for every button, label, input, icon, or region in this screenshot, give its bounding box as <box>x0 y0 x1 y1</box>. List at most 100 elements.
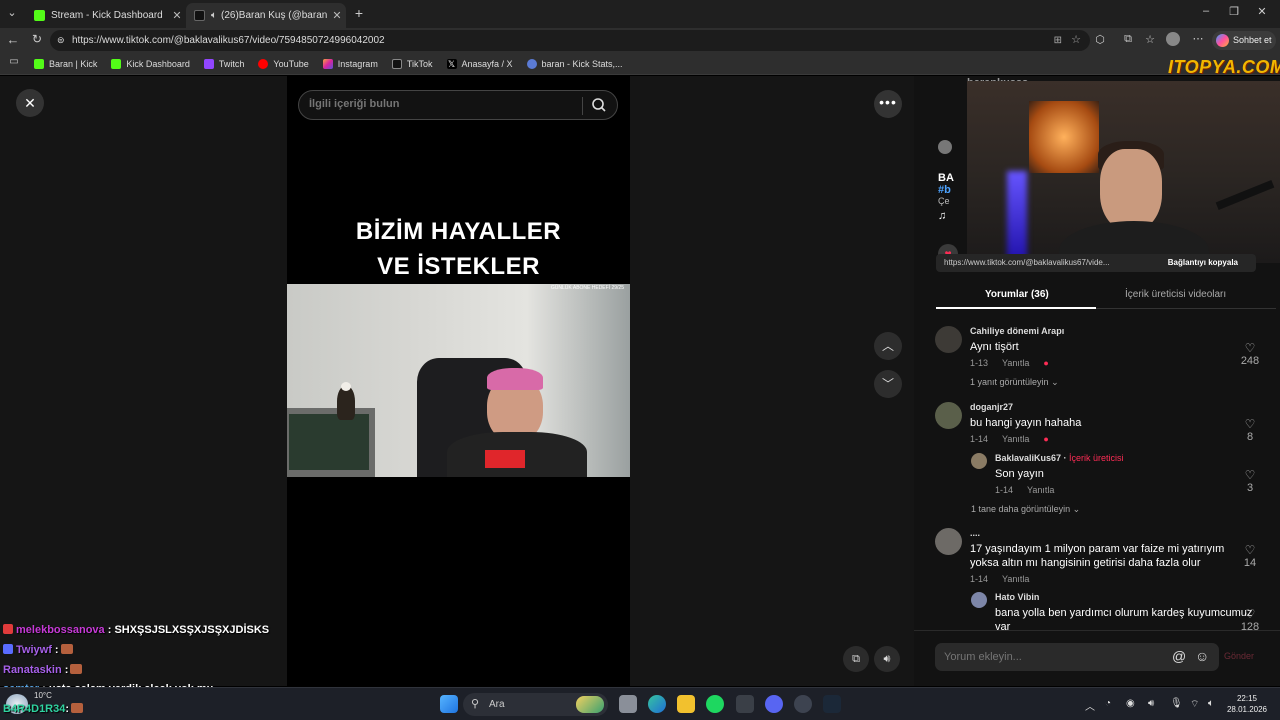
tray-discord-icon[interactable]: ◉ <box>1126 698 1135 709</box>
view-more-label: 1 tane daha görüntüleyin <box>971 504 1071 514</box>
commenter-avatar[interactable] <box>935 402 962 429</box>
reload-icon[interactable]: ↻ <box>29 32 45 46</box>
volume-button[interactable]: 🔊︎ <box>874 646 900 672</box>
speaker-icon[interactable]: 🔈︎ <box>211 10 217 21</box>
copilot-button[interactable]: Sohbet et <box>1212 31 1276 50</box>
commenter-avatar[interactable] <box>935 326 962 353</box>
chat-message: B4R4D1R34: <box>3 703 84 715</box>
author-avatar[interactable] <box>938 140 952 154</box>
floating-player-button[interactable]: ⧉ <box>843 646 869 672</box>
heart-outline-icon: ♡ <box>1244 607 1256 621</box>
tab-creator-videos[interactable]: İçerik üreticisi videoları <box>1125 289 1226 300</box>
sponsor-watermark: ITOPYA.COM <box>1168 57 1280 77</box>
reply-button[interactable]: Yanıtla <box>1002 574 1029 584</box>
comment-input[interactable] <box>944 651 1164 663</box>
previous-video-button[interactable]: ︿ <box>874 332 902 360</box>
tab-list-icon[interactable]: ⌄ <box>4 6 20 19</box>
view-more-replies-button[interactable]: 1 tane daha görüntüleyin ⌄ <box>971 504 1080 515</box>
back-icon[interactable]: ← <box>5 32 21 47</box>
replier-name[interactable]: Hato Vibin <box>995 592 1039 602</box>
video-player[interactable]: BİZİM HAYALLER VE İSTEKLER GÜNLÜK ABONE … <box>287 76 630 686</box>
bookmark-tiktok[interactable]: TikTok <box>391 58 433 69</box>
replier-name[interactable]: BaklavaliKus67 · İçerik üreticisi <box>995 453 1124 463</box>
windows-start-icon[interactable] <box>440 695 458 713</box>
close-video-button[interactable]: ✕ <box>16 89 44 117</box>
bookmark-x[interactable]: 𝕏 Anasayfa / X <box>446 58 513 69</box>
apps-icon[interactable]: ⊞ <box>1054 30 1062 51</box>
close-tab-icon[interactable]: ✕ <box>328 9 346 22</box>
taskbar-search[interactable]: ⚲ Ara <box>463 693 608 716</box>
weather-temperature[interactable]: 10°C <box>34 691 52 700</box>
obs-icon[interactable] <box>794 695 812 713</box>
extensions-icon[interactable]: ⬡ <box>1092 33 1108 46</box>
site-info-icon[interactable]: ⊜ <box>57 30 65 51</box>
comment-like-button[interactable]: ♡ 248 <box>1235 341 1265 367</box>
tray-mic-icon[interactable]: 🎙︎ <box>1170 698 1183 709</box>
mention-icon[interactable]: @ <box>1172 648 1186 664</box>
send-button[interactable]: Gönder <box>1224 651 1254 661</box>
commenter-avatar[interactable] <box>935 528 962 555</box>
reply-button[interactable]: Yanıtla <box>1002 358 1029 368</box>
steam-icon[interactable] <box>823 695 841 713</box>
app-icon[interactable] <box>736 695 754 713</box>
tab-kick-dashboard[interactable]: Stream - Kick Dashboard ✕ <box>26 3 186 28</box>
tray-speaker-icon[interactable]: 🔈︎ <box>1208 698 1214 709</box>
replier-avatar[interactable] <box>971 592 987 608</box>
view-replies-label: 1 yanıt görüntüleyin <box>970 377 1049 387</box>
commenter-name[interactable]: .... <box>970 528 980 538</box>
bookmark-youtube[interactable]: YouTube <box>258 58 309 69</box>
bookmark-instagram[interactable]: Instagram <box>322 58 378 69</box>
discord-icon[interactable] <box>765 695 783 713</box>
tab-tiktok[interactable]: 🔈︎ (26)Baran Kuş (@barankusss) ✕ <box>186 3 346 28</box>
reply-like-button[interactable]: ♡ 3 <box>1235 468 1265 494</box>
bookmark-label: YouTube <box>273 58 309 69</box>
tray-app-icon[interactable]: ◔ <box>1105 698 1111 709</box>
bookmark-kick-stats[interactable]: baran - Kick Stats,... <box>526 58 623 69</box>
bookmark-twitch[interactable]: Twitch <box>203 58 244 69</box>
reply-like-button[interactable]: ♡ 128 <box>1235 607 1265 630</box>
minimize-icon[interactable]: – <box>1196 5 1216 21</box>
edge-browser-icon[interactable] <box>648 695 666 713</box>
file-explorer-icon[interactable] <box>677 695 695 713</box>
related-search-input[interactable] <box>309 98 579 110</box>
tray-wifi-icon[interactable]: ⌔ <box>1190 698 1199 711</box>
like-count: 128 <box>1240 621 1260 630</box>
commenter-name[interactable]: doganjr27 <box>970 402 1013 412</box>
new-tab-icon[interactable]: + <box>351 5 367 21</box>
copy-link-button[interactable]: Bağlantıyı kopyala <box>1168 254 1238 272</box>
url-field[interactable]: ⊜ https://www.tiktok.com/@baklavalikus67… <box>50 30 1090 51</box>
spotify-icon[interactable] <box>706 695 724 713</box>
emoji-icon[interactable]: ☺ <box>1195 648 1209 664</box>
search-icon[interactable] <box>591 96 607 114</box>
next-video-button[interactable]: ﹀ <box>874 370 902 398</box>
tab-comments[interactable]: Yorumlar (36) <box>985 289 1049 300</box>
taskbar-clock[interactable]: 22:15 28.01.2026 <box>1222 693 1272 715</box>
reading-view-icon[interactable]: ▭ <box>6 56 22 67</box>
bookmark-baran-kick[interactable]: Baran | Kick <box>34 58 97 69</box>
more-menu-icon[interactable]: ⋯ <box>1190 32 1206 45</box>
split-screen-icon[interactable]: ⧉ <box>1120 33 1136 46</box>
profile-avatar[interactable] <box>1166 32 1180 46</box>
close-tab-icon[interactable]: ✕ <box>168 9 186 22</box>
replier-avatar[interactable] <box>971 453 987 469</box>
window-close-icon[interactable]: ✕ <box>1252 5 1272 21</box>
tray-overflow-icon[interactable]: ︿ <box>1085 698 1095 713</box>
reply-button[interactable]: Yanıtla <box>1002 434 1029 444</box>
creator-badge: İçerik üreticisi <box>1069 453 1124 463</box>
bookmark-kick-dashboard[interactable]: Kick Dashboard <box>111 58 190 69</box>
commenter-name[interactable]: Cahiliye dönemi Arapı <box>970 326 1064 336</box>
comment-like-button[interactable]: ♡ 8 <box>1235 417 1265 443</box>
favorite-star-icon[interactable]: ☆ <box>1071 30 1081 51</box>
music-icon[interactable]: ♫ <box>938 210 958 222</box>
reply-button[interactable]: Yanıtla <box>1027 485 1054 495</box>
favorites-icon[interactable]: ☆ <box>1142 33 1158 46</box>
task-view-icon[interactable] <box>619 695 637 713</box>
tray-volume-icon[interactable]: 🔊︎ <box>1148 698 1154 709</box>
restore-icon[interactable]: ❐ <box>1224 5 1244 21</box>
view-replies-button[interactable]: 1 yanıt görüntüleyin ⌄ <box>970 377 1059 388</box>
twitch-icon <box>203 58 214 69</box>
hashtag-partial[interactable]: #b <box>938 184 958 196</box>
kick-stats-icon <box>526 58 537 69</box>
more-options-button[interactable]: ••• <box>874 90 902 118</box>
comment-like-button[interactable]: ♡ 14 <box>1235 543 1265 569</box>
